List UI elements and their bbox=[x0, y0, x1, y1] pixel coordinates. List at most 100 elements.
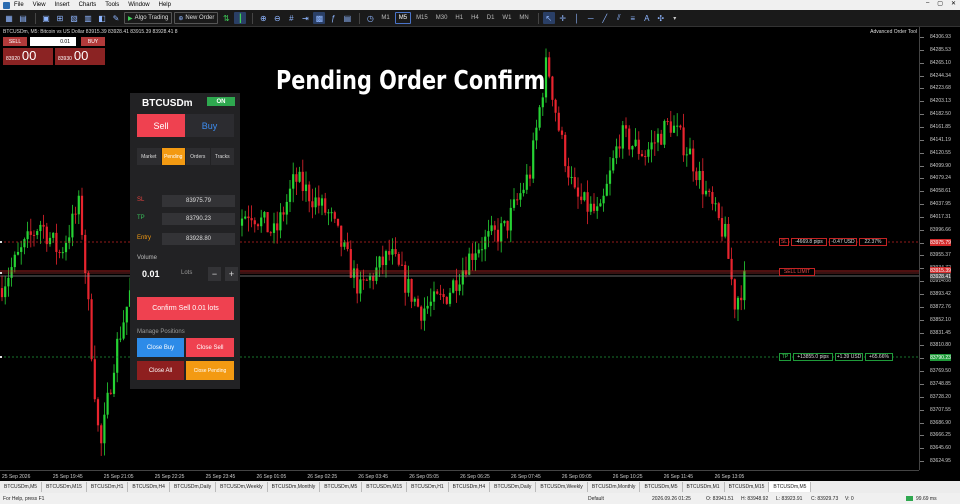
chart-tab[interactable]: BTCUSDm,Monthly bbox=[588, 482, 641, 492]
bar-chart-icon[interactable]: ┃ bbox=[234, 12, 247, 24]
chart-tab[interactable]: BTCUSDm,M5 bbox=[640, 482, 683, 492]
chart-tab[interactable]: BTCUSDm,H4 bbox=[128, 482, 170, 492]
data-window-icon[interactable]: ⊞ bbox=[54, 12, 66, 24]
trendline-icon[interactable]: ╱ bbox=[599, 12, 611, 24]
sl-percent-label[interactable]: 22.37% bbox=[859, 238, 887, 246]
restore-icon[interactable]: ▢ bbox=[937, 0, 943, 7]
chart-tab[interactable]: BTCUSDm,Daily bbox=[170, 482, 217, 492]
chart-tab[interactable]: BTCUSDm,H4 bbox=[449, 482, 491, 492]
chart-tab[interactable]: BTCUSDm,Monthly bbox=[268, 482, 321, 492]
close-icon[interactable]: ✕ bbox=[951, 0, 956, 7]
periods-icon[interactable]: ◷ bbox=[364, 12, 376, 24]
text-tool-icon[interactable]: A bbox=[641, 12, 653, 24]
crosshair-icon[interactable]: ✛ bbox=[557, 12, 569, 24]
chart-tab[interactable]: BTCUSDm,H1 bbox=[407, 482, 449, 492]
one-click-sell-button[interactable]: SELL bbox=[3, 37, 27, 46]
algo-trading-button[interactable]: ▶ Algo Trading bbox=[124, 12, 173, 24]
chart-tab[interactable]: BTCUSDm,M1 bbox=[683, 482, 725, 492]
menu-insert[interactable]: Insert bbox=[55, 2, 70, 8]
one-click-volume-input[interactable]: 0.01 bbox=[30, 37, 76, 46]
timeframe-w1[interactable]: W1 bbox=[499, 12, 514, 24]
sell-side-button[interactable]: Sell bbox=[137, 114, 185, 137]
tab-pending[interactable]: Pending bbox=[161, 148, 185, 165]
price-chart[interactable]: BTCUSDm, M5: Bitcoin vs US Dollar 83915.… bbox=[0, 27, 919, 470]
menu-help[interactable]: Help bbox=[159, 2, 171, 8]
new-chart-icon[interactable]: ▦ bbox=[3, 12, 15, 24]
depth-of-market-icon[interactable]: ⇅ bbox=[220, 12, 232, 24]
chart-tab[interactable]: BTCUSDm,M5 bbox=[320, 482, 363, 492]
chart-shift-icon[interactable]: ▩ bbox=[313, 12, 326, 24]
close-sell-button[interactable]: Close Sell bbox=[186, 338, 234, 357]
chart-tab[interactable]: BTCUSDm,Weekly bbox=[216, 482, 268, 492]
tab-tracks[interactable]: Tracks bbox=[210, 148, 234, 165]
new-order-button[interactable]: ⊕ New Order bbox=[174, 12, 219, 24]
autoscroll-icon[interactable]: ⇥ bbox=[299, 12, 311, 24]
strategy-tester-icon[interactable]: ◧ bbox=[96, 12, 108, 24]
chart-tab[interactable]: BTCUSDm,M15 bbox=[42, 482, 87, 492]
market-watch-icon[interactable]: ▣ bbox=[40, 12, 52, 24]
chart-tab[interactable]: BTCUSDm,Weekly bbox=[536, 482, 588, 492]
tp-tag-label[interactable]: TP bbox=[779, 353, 791, 361]
profiles-icon[interactable]: ▤ bbox=[17, 12, 29, 24]
buy-side-button[interactable]: Buy bbox=[185, 114, 234, 137]
volume-decrease-button[interactable]: − bbox=[208, 267, 221, 281]
volume-increase-button[interactable]: + bbox=[225, 267, 238, 281]
close-all-button[interactable]: Close All bbox=[137, 361, 184, 380]
templates-icon[interactable]: ▤ bbox=[341, 12, 353, 24]
timeframe-m15[interactable]: M15 bbox=[413, 12, 431, 24]
tp-pips-label[interactable]: +13855.0 pips bbox=[793, 353, 833, 361]
toolbox-icon[interactable]: ▥ bbox=[82, 12, 94, 24]
confirm-sell-button[interactable]: Confirm Sell 0.01 lots bbox=[137, 297, 234, 320]
fibonacci-icon[interactable]: ≡ bbox=[627, 12, 639, 24]
timeframe-m5[interactable]: M5 bbox=[394, 12, 412, 24]
timeframe-mn[interactable]: MN bbox=[516, 12, 531, 24]
menu-file[interactable]: File bbox=[14, 2, 24, 8]
entry-input[interactable]: 83928.80 bbox=[162, 233, 235, 245]
vertical-line-icon[interactable]: │ bbox=[571, 12, 583, 24]
grid-icon[interactable]: # bbox=[285, 12, 297, 24]
close-buy-button[interactable]: Close Buy bbox=[137, 338, 184, 357]
close-pending-button[interactable]: Close Pending bbox=[186, 361, 234, 380]
sl-pips-label[interactable]: -4669.8 pips bbox=[791, 238, 827, 246]
menu-charts[interactable]: Charts bbox=[79, 2, 97, 8]
tp-percent-label[interactable]: +65.66% bbox=[865, 353, 893, 361]
chart-tab[interactable]: BTCUSDm,M15 bbox=[725, 482, 770, 492]
one-click-sell-price[interactable]: 83920 00 bbox=[3, 48, 53, 65]
menu-tools[interactable]: Tools bbox=[105, 2, 119, 8]
one-click-buy-price[interactable]: 83930 00 bbox=[55, 48, 105, 65]
navigator-icon[interactable]: ▧ bbox=[68, 12, 80, 24]
cursor-icon[interactable]: ↖ bbox=[542, 12, 555, 24]
time-axis[interactable]: 25 Sep 2026 25 Sep 19:45 25 Sep 21:05 25 Se… bbox=[0, 470, 919, 481]
horizontal-line-icon[interactable]: ─ bbox=[585, 12, 597, 24]
more-tools-dropdown-icon[interactable]: ▾ bbox=[669, 12, 681, 24]
timeframe-h1[interactable]: H1 bbox=[452, 12, 466, 24]
tab-market[interactable]: Market bbox=[137, 148, 161, 165]
chart-tab[interactable]: BTCUSDm,M5 bbox=[0, 482, 43, 492]
chart-tab[interactable]: BTCUSDm,H1 bbox=[87, 482, 129, 492]
tab-orders[interactable]: Orders bbox=[186, 148, 210, 165]
channel-icon[interactable]: ⫽ bbox=[613, 12, 625, 24]
menu-window[interactable]: Window bbox=[128, 2, 149, 8]
tp-money-label[interactable]: +1.39 USD bbox=[835, 353, 863, 361]
zoom-in-icon[interactable]: ⊕ bbox=[257, 12, 269, 24]
price-axis[interactable]: 84306.93 84285.53 84265.10 84244.34 84223.68… bbox=[919, 27, 960, 470]
timeframe-h4[interactable]: H4 bbox=[468, 12, 482, 24]
timeframe-m30[interactable]: M30 bbox=[433, 12, 451, 24]
sell-limit-label[interactable]: SELL LIMIT bbox=[779, 268, 815, 276]
volume-input[interactable]: 0.01 bbox=[142, 269, 160, 279]
timeframe-m1[interactable]: M1 bbox=[378, 12, 392, 24]
metaeditor-icon[interactable]: ✎ bbox=[110, 12, 122, 24]
minimize-icon[interactable]: – bbox=[926, 0, 929, 7]
sl-tag-label[interactable]: SL bbox=[779, 238, 789, 246]
panel-status-toggle[interactable]: ON bbox=[207, 97, 235, 106]
sl-input[interactable]: 83975.79 bbox=[162, 195, 235, 207]
chart-tab[interactable]: BTCUSDm,Daily bbox=[490, 482, 537, 492]
chart-tab[interactable]: BTCUSDm,M15 bbox=[362, 482, 408, 492]
sl-money-label[interactable]: -0.47 USD bbox=[829, 238, 857, 246]
menu-view[interactable]: View bbox=[33, 2, 46, 8]
indicators-icon[interactable]: ƒ bbox=[327, 12, 339, 24]
timeframe-d1[interactable]: D1 bbox=[484, 12, 498, 24]
chart-tab[interactable]: BTCUSDm,M5 bbox=[769, 482, 812, 492]
zoom-out-icon[interactable]: ⊖ bbox=[271, 12, 283, 24]
one-click-buy-button[interactable]: BUY bbox=[81, 37, 105, 46]
